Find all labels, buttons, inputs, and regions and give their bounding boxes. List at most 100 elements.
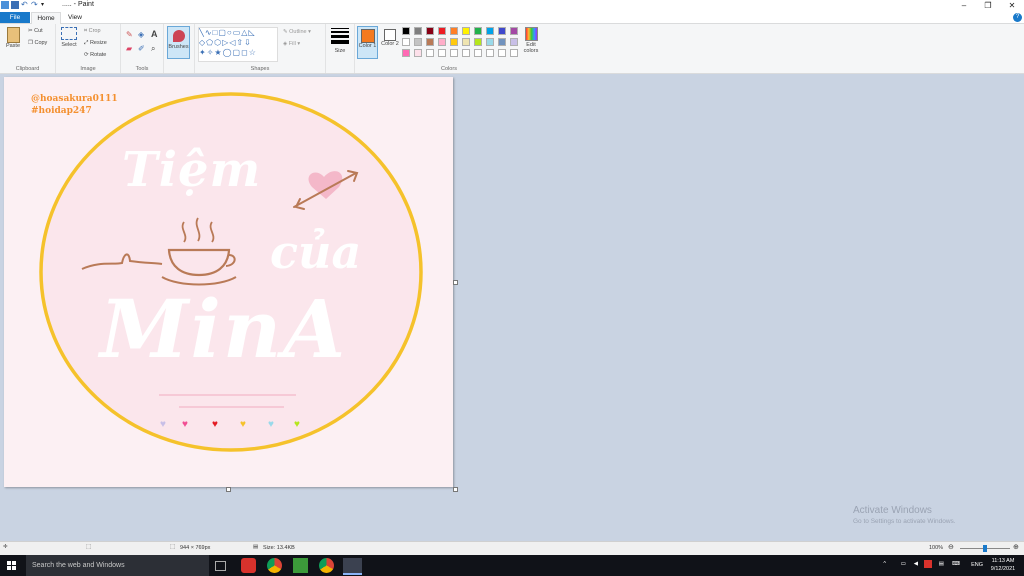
color-swatch[interactable] [426,49,434,57]
volume-icon[interactable]: ◀ [914,561,918,567]
fill-bucket-icon[interactable]: ◈ [138,30,144,39]
color-swatch[interactable] [510,38,518,46]
edit-colors-button[interactable]: Edit colors [521,27,541,54]
taskbar-search-box[interactable]: Search the web and Windows [26,555,209,576]
notification-icon[interactable]: ▤ [939,561,944,567]
status-bar: ✛ ⬚ ⬚ 944 × 769px ▤ Size: 13.4KB 100% ⊖ … [0,541,1024,555]
color-swatch[interactable] [402,38,410,46]
color-swatch[interactable] [474,38,482,46]
color1-button[interactable]: Color 1 [357,26,378,59]
save-icon[interactable] [11,1,19,9]
tab-home[interactable]: Home [31,12,61,24]
color-swatch[interactable] [426,27,434,35]
pencil-icon[interactable]: ✎ [126,30,133,39]
brushes-button[interactable]: Brushes [167,26,190,59]
zoom-slider-thumb[interactable] [983,545,987,552]
color2-button[interactable]: Color 2 [380,26,400,59]
text-tool-icon[interactable]: A [151,29,158,39]
color-swatch[interactable] [486,27,494,35]
brushes-group: Brushes [164,24,195,73]
heart-icon: ♥ [240,419,246,430]
zoom-level: 100% [929,545,944,551]
color-swatch[interactable] [450,27,458,35]
color-picker-icon[interactable]: ✐ [138,44,145,53]
fill-button[interactable]: ◈ Fill ▾ [283,41,300,47]
app-icon-green[interactable] [293,558,308,573]
color-swatch[interactable] [402,27,410,35]
windows-start-icon[interactable] [7,561,16,570]
rotate-button[interactable]: ⟳ Rotate [84,52,106,58]
size-button[interactable]: Size [331,28,349,54]
task-view-icon[interactable] [215,561,226,571]
color-swatch[interactable] [474,49,482,57]
color-swatch[interactable] [414,38,422,46]
shapes-gallery[interactable]: ╲∿□▢○▭△◺ ◇⬠⬡▷◁⇧⇩ ✦✧★◯▢◻☆ [198,27,278,62]
color-swatch[interactable] [450,49,458,57]
canvas-dimensions: 944 × 769px [180,545,211,551]
paint-taskbar-icon[interactable] [343,558,362,575]
language-indicator[interactable]: ENG [971,562,983,568]
redo-icon[interactable]: ↷ [31,1,39,9]
close-button[interactable]: ✕ [1000,0,1024,12]
app-icon-red[interactable] [241,558,256,573]
color-swatch[interactable] [510,49,518,57]
outline-button[interactable]: ✎ Outline ▾ [283,29,311,35]
window-title: ..... - Paint [62,1,94,8]
color-swatch[interactable] [438,38,446,46]
selection-size-icon: ⬚ [86,544,92,550]
color-swatch[interactable] [462,38,470,46]
zoom-slider[interactable] [960,545,1010,552]
maximize-button[interactable]: ❐ [976,0,1000,12]
resize-handle-corner[interactable] [453,487,458,492]
resize-handle-bottom[interactable] [226,487,231,492]
chrome-icon-2[interactable] [319,558,334,573]
resize-button[interactable]: ⤢ Resize [84,40,107,47]
crop-button[interactable]: ⌗ Crop [84,28,101,35]
tray-chevron-icon[interactable]: ^ [883,561,886,567]
color-swatch[interactable] [486,49,494,57]
color-swatch[interactable] [498,27,506,35]
color-swatch[interactable] [498,49,506,57]
select-button[interactable]: Select [60,27,78,48]
logo-word-1: Tiệm [122,142,262,198]
resize-handle-right[interactable] [453,280,458,285]
file-size-icon: ▤ [253,544,259,550]
color-swatch[interactable] [510,27,518,35]
color-swatch[interactable] [438,27,446,35]
undo-icon[interactable]: ↶ [21,1,29,9]
zoom-out-button[interactable]: ⊖ [948,543,954,551]
color-swatch[interactable] [450,38,458,46]
color-swatch[interactable] [414,49,422,57]
color-swatch[interactable] [414,27,422,35]
customize-qa-icon[interactable]: ▾ [41,1,49,9]
color1-swatch [360,29,375,43]
logo-word-3: MinA [100,282,348,376]
color-swatch[interactable] [462,49,470,57]
color-swatch[interactable] [438,49,446,57]
copy-button[interactable]: ❐ Copy [28,40,47,46]
watermark-hashtag: #hoidap247 [31,106,92,116]
eraser-icon[interactable]: ▰ [126,44,132,53]
cut-button[interactable]: ✂ Cut [28,28,43,34]
help-icon[interactable]: ? [1013,13,1022,22]
clock[interactable]: 11:13 AM 9/12/2021 [988,557,1018,573]
heart-icon: ♥ [182,419,188,430]
chrome-icon[interactable] [267,558,282,573]
tab-view[interactable]: View [62,12,88,23]
minimize-button[interactable]: – [952,0,976,12]
color-swatch[interactable] [462,27,470,35]
keyboard-icon[interactable]: ⌨ [952,561,960,567]
color-swatch[interactable] [474,27,482,35]
color-swatch[interactable] [426,38,434,46]
color-swatch[interactable] [402,49,410,57]
tray-app-icon[interactable] [924,560,932,568]
paste-button[interactable]: Paste [5,27,21,57]
network-icon[interactable]: ▭ [901,561,906,567]
ribbon: Paste ✂ Cut ❐ Copy Clipboard Select ⌗ Cr… [0,24,1024,74]
color-swatch[interactable] [498,38,506,46]
tab-file[interactable]: File [0,12,30,23]
magnifier-icon[interactable]: ⌕ [151,44,155,54]
drawing-canvas[interactable]: @hoasakura0111 #hoidap247 Tiệm của MinA … [4,77,453,487]
color-swatch[interactable] [486,38,494,46]
zoom-in-button[interactable]: ⊕ [1013,543,1019,551]
